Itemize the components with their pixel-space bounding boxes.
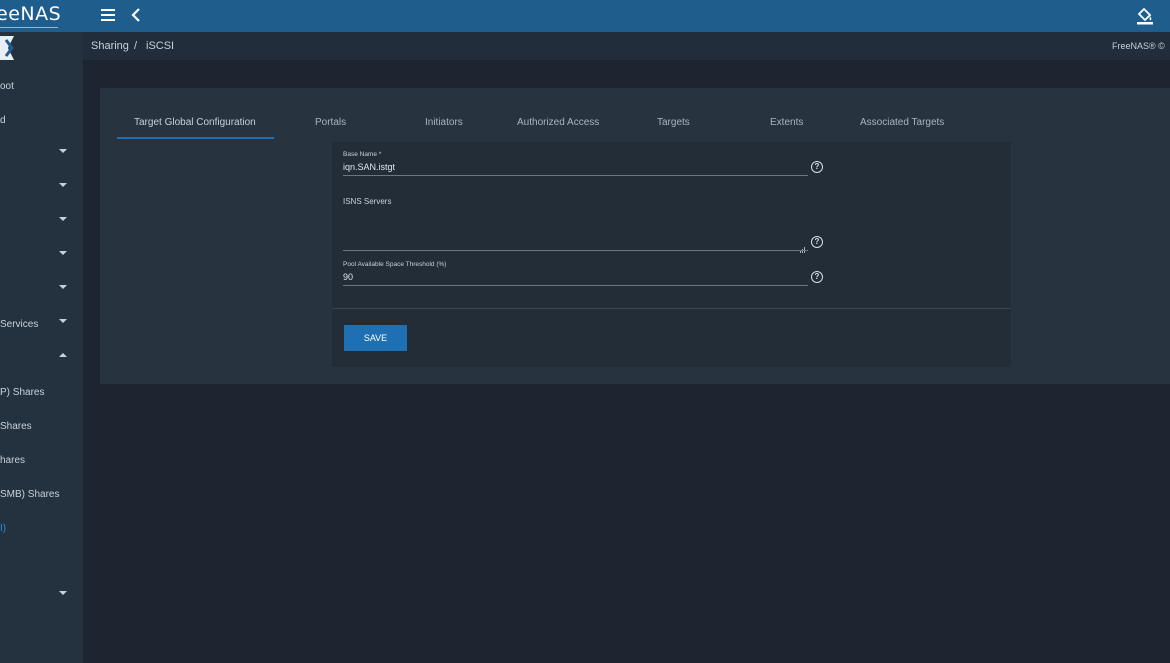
breadcrumb-separator: / — [134, 40, 138, 52]
chevron-down-icon[interactable] — [59, 149, 67, 153]
paint-bucket-icon[interactable] — [1136, 6, 1154, 26]
sidebar-item-label: SMB) Shares — [0, 489, 60, 500]
hamburger-icon[interactable] — [101, 9, 115, 21]
logo-underline — [0, 27, 58, 28]
logo-text: eeNAS — [0, 3, 62, 25]
base-name-input[interactable]: iqn.SAN.istgt — [343, 162, 395, 172]
sidebar-item[interactable] — [0, 282, 83, 302]
base-name-help-icon[interactable]: ? — [811, 161, 823, 173]
pool-threshold-help-icon[interactable]: ? — [811, 271, 823, 283]
sidebar-item[interactable]: d — [0, 112, 83, 132]
chevron-left-icon[interactable] — [131, 7, 141, 28]
chevron-down-icon[interactable] — [59, 251, 67, 255]
tab-targets[interactable]: Targets — [657, 117, 690, 128]
isns-servers-help-icon[interactable]: ? — [811, 236, 823, 248]
sidebar-item-label: oot — [0, 81, 14, 92]
sidebar-item-label: Services — [0, 319, 39, 330]
sidebar-item[interactable] — [0, 350, 83, 370]
breadcrumb-current: iSCSI — [146, 40, 175, 52]
tab-associated-targets[interactable]: Associated Targets — [860, 117, 944, 128]
pool-threshold-label: Pool Available Space Threshold (%) — [343, 261, 447, 268]
active-tab-indicator — [117, 137, 274, 139]
sidebar-item[interactable] — [0, 146, 83, 166]
sidebar-item[interactable]: SMB) Shares — [0, 486, 83, 506]
sidebar-item[interactable]: Services — [0, 316, 83, 336]
sidebar-item[interactable] — [0, 180, 83, 200]
sidebar-item[interactable]: oot — [0, 78, 83, 98]
chevron-down-icon[interactable] — [59, 285, 67, 289]
sidebar-item[interactable]: Shares — [0, 418, 83, 438]
textarea-resize-handle-icon[interactable] — [800, 240, 806, 253]
top-toolbar: eeNAS — [0, 0, 1170, 32]
version-label: FreeNAS® © — [1112, 41, 1165, 51]
chevron-down-icon[interactable] — [59, 319, 67, 323]
sidebar-item-label: P) Shares — [0, 387, 45, 398]
sidebar-item-label: Shares — [0, 421, 32, 432]
sidebar-item[interactable]: I) — [0, 520, 83, 540]
tab-extents[interactable]: Extents — [770, 117, 803, 128]
sidebar-item-label: hares — [0, 455, 26, 466]
pool-threshold-underline — [343, 285, 808, 286]
chevron-down-icon[interactable] — [59, 591, 67, 595]
breadcrumb-parent[interactable]: Sharing — [91, 40, 129, 52]
sidebar-item-label: d — [0, 115, 6, 126]
sidebar-item[interactable] — [0, 588, 83, 608]
sidebar-item-label: I) — [0, 523, 7, 534]
save-button[interactable]: SAVE — [344, 325, 407, 351]
breadcrumb: Sharing / iSCSI FreeNAS® © — [83, 32, 1170, 60]
tab-authorized-access[interactable]: Authorized Access — [517, 117, 599, 128]
chevron-up-icon[interactable] — [59, 353, 67, 357]
base-name-label: Base Name * — [343, 151, 382, 158]
chevron-down-icon[interactable] — [59, 217, 67, 221]
sidebar-item[interactable]: P) Shares — [0, 384, 83, 404]
tab-target-global-configuration[interactable]: Target Global Configuration — [134, 117, 256, 128]
pool-threshold-input[interactable]: 90 — [343, 272, 353, 282]
base-name-underline — [343, 175, 808, 176]
form-divider — [332, 308, 1011, 309]
sidebar-item[interactable] — [0, 248, 83, 268]
isns-servers-label: ISNS Servers — [343, 197, 392, 206]
sidebar-item[interactable] — [0, 214, 83, 234]
logo-mark-icon — [0, 32, 20, 62]
tab-portals[interactable]: Portals — [315, 117, 346, 128]
chevron-down-icon[interactable] — [59, 183, 67, 187]
tab-initiators[interactable]: Initiators — [425, 117, 463, 128]
isns-servers-underline — [343, 250, 808, 251]
sidebar-item[interactable]: hares — [0, 452, 83, 472]
